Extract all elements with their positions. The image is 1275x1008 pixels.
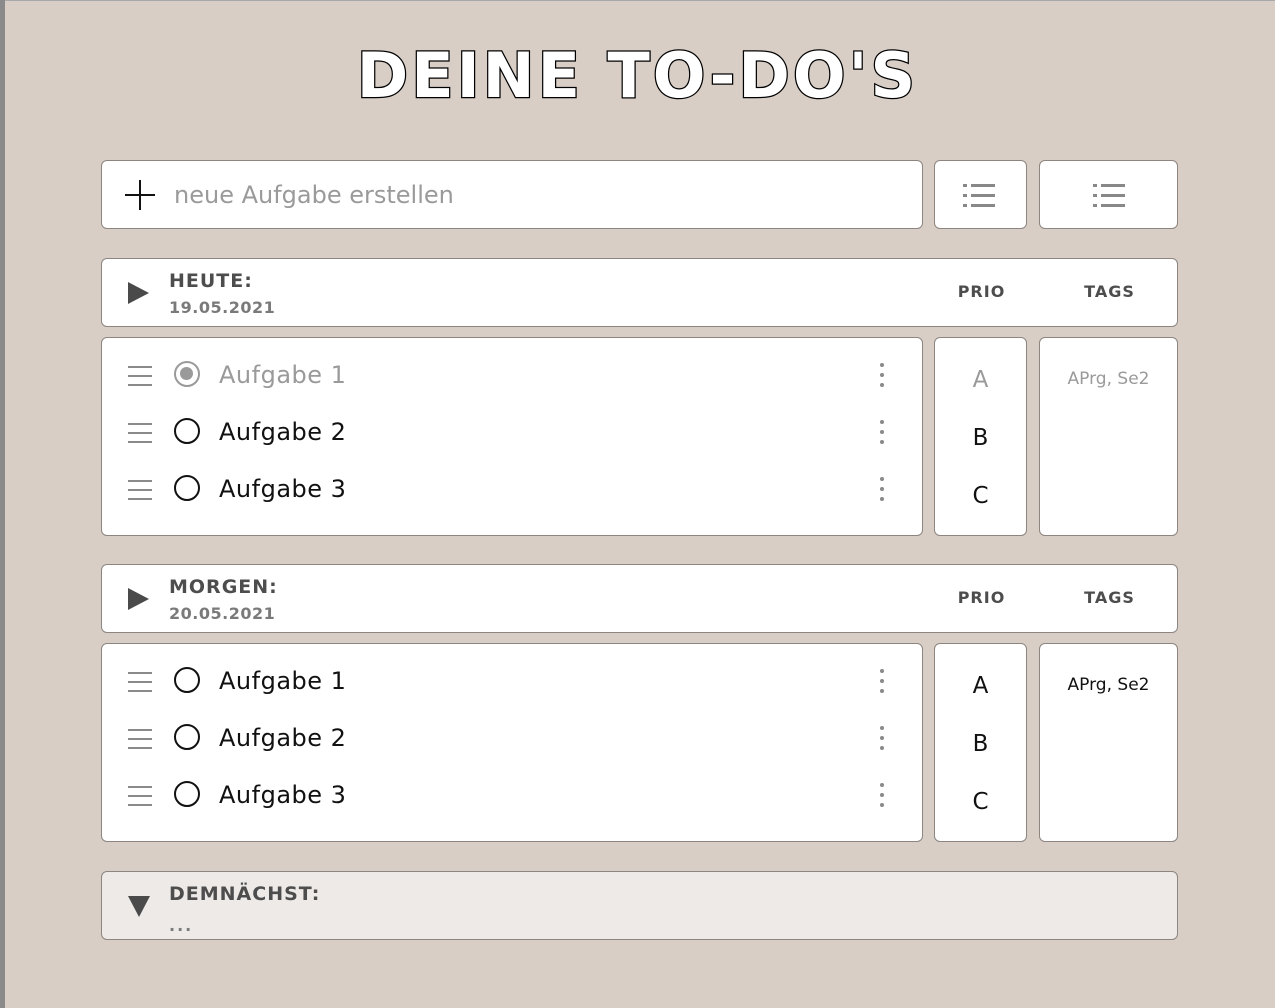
prio-value[interactable]: B bbox=[935, 425, 1026, 451]
task-row[interactable]: Aufgabe 1 bbox=[102, 352, 922, 400]
tags-column-today: APrg, Se2 bbox=[1039, 337, 1178, 536]
plus-icon[interactable] bbox=[124, 179, 156, 211]
section-title: DEMNÄCHST: bbox=[169, 883, 321, 905]
window-left-border bbox=[0, 0, 5, 1008]
drag-handle-icon[interactable] bbox=[128, 365, 152, 387]
task-label: Aufgabe 3 bbox=[219, 475, 347, 503]
radio-unchecked-icon[interactable] bbox=[174, 781, 200, 807]
column-header-tags: TAGS bbox=[1084, 282, 1135, 301]
tags-value[interactable]: APrg, Se2 bbox=[1040, 369, 1177, 389]
triangle-right-icon[interactable] bbox=[128, 282, 149, 304]
filter-button-tags[interactable] bbox=[1039, 160, 1178, 229]
prio-value[interactable]: C bbox=[935, 483, 1026, 509]
radio-checked-icon[interactable] bbox=[174, 361, 200, 387]
window-top-border bbox=[0, 0, 1275, 1]
prio-value[interactable]: A bbox=[935, 367, 1026, 393]
column-header-tags: TAGS bbox=[1084, 588, 1135, 607]
task-row[interactable]: Aufgabe 2 bbox=[102, 409, 922, 457]
task-list-tomorrow: Aufgabe 1 Aufgabe 2 Aufgabe 3 bbox=[101, 643, 923, 842]
task-label: Aufgabe 2 bbox=[219, 418, 347, 446]
more-vertical-icon[interactable] bbox=[877, 418, 887, 448]
radio-unchecked-icon[interactable] bbox=[174, 724, 200, 750]
more-vertical-icon[interactable] bbox=[877, 667, 887, 697]
drag-handle-icon[interactable] bbox=[128, 671, 152, 693]
section-title: HEUTE: bbox=[169, 270, 253, 292]
task-row[interactable]: Aufgabe 3 bbox=[102, 772, 922, 820]
prio-value[interactable]: B bbox=[935, 731, 1026, 757]
drag-handle-icon[interactable] bbox=[128, 728, 152, 750]
task-row[interactable]: Aufgabe 2 bbox=[102, 715, 922, 763]
drag-handle-icon[interactable] bbox=[128, 785, 152, 807]
task-row[interactable]: Aufgabe 3 bbox=[102, 466, 922, 514]
triangle-down-icon[interactable] bbox=[128, 896, 150, 917]
task-label: Aufgabe 1 bbox=[219, 361, 347, 389]
task-label: Aufgabe 3 bbox=[219, 781, 347, 809]
triangle-right-icon[interactable] bbox=[128, 588, 149, 610]
prio-value[interactable]: C bbox=[935, 789, 1026, 815]
section-header-tomorrow[interactable]: MORGEN: 20.05.2021 PRIO TAGS bbox=[101, 564, 1178, 633]
task-label: Aufgabe 1 bbox=[219, 667, 347, 695]
list-icon bbox=[1093, 184, 1125, 208]
filter-button-prio[interactable] bbox=[934, 160, 1027, 229]
task-list-today: Aufgabe 1 Aufgabe 2 Aufgabe 3 bbox=[101, 337, 923, 536]
task-label: Aufgabe 2 bbox=[219, 724, 347, 752]
drag-handle-icon[interactable] bbox=[128, 479, 152, 501]
new-task-input[interactable] bbox=[174, 175, 894, 215]
more-vertical-icon[interactable] bbox=[877, 724, 887, 754]
prio-column-today: A B C bbox=[934, 337, 1027, 536]
column-header-prio: PRIO bbox=[957, 282, 1006, 301]
task-row[interactable]: Aufgabe 1 bbox=[102, 658, 922, 706]
list-icon bbox=[963, 184, 995, 208]
section-title: MORGEN: bbox=[169, 576, 278, 598]
section-header-soon[interactable]: DEMNÄCHST: ... bbox=[101, 871, 1178, 940]
radio-unchecked-icon[interactable] bbox=[174, 418, 200, 444]
more-vertical-icon[interactable] bbox=[877, 361, 887, 391]
section-header-today[interactable]: HEUTE: 19.05.2021 PRIO TAGS bbox=[101, 258, 1178, 327]
prio-column-tomorrow: A B C bbox=[934, 643, 1027, 842]
more-vertical-icon[interactable] bbox=[877, 781, 887, 811]
column-header-prio: PRIO bbox=[957, 588, 1006, 607]
tags-value[interactable]: APrg, Se2 bbox=[1040, 675, 1177, 695]
page-title: DEINE TO-DO'S bbox=[356, 38, 919, 113]
section-ellipsis: ... bbox=[169, 916, 194, 935]
section-date: 19.05.2021 bbox=[169, 298, 276, 317]
radio-unchecked-icon[interactable] bbox=[174, 667, 200, 693]
prio-value[interactable]: A bbox=[935, 673, 1026, 699]
radio-unchecked-icon[interactable] bbox=[174, 475, 200, 501]
section-date: 20.05.2021 bbox=[169, 604, 276, 623]
more-vertical-icon[interactable] bbox=[877, 475, 887, 505]
tags-column-tomorrow: APrg, Se2 bbox=[1039, 643, 1178, 842]
drag-handle-icon[interactable] bbox=[128, 422, 152, 444]
new-task-bar bbox=[101, 160, 923, 229]
